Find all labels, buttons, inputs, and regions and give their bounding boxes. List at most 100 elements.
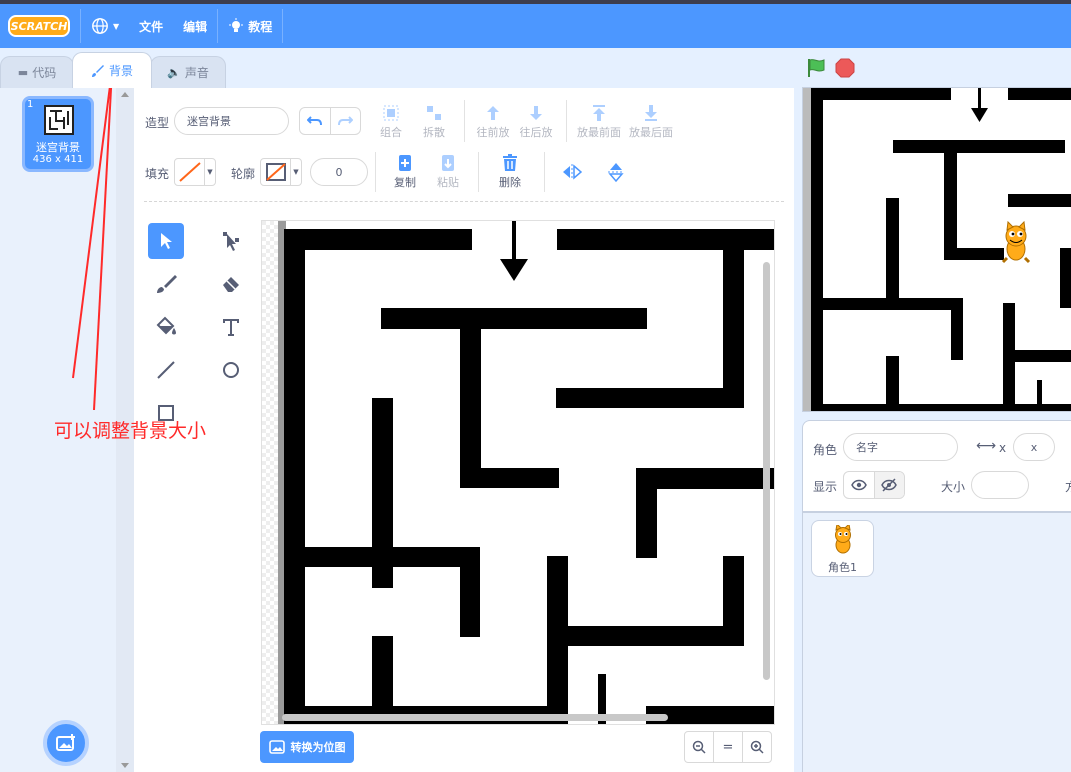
outline-width-input[interactable]: 0 [310, 158, 368, 186]
chevron-down-icon: ▼ [207, 168, 213, 176]
size-label: 大小 [941, 480, 966, 494]
paint-editor: 造型 迷宫背景 组合 拆散 往前放 往后放 放最前面 放最后面 填充 ▼ 轮廓 … [134, 88, 794, 772]
fill-tool[interactable] [148, 309, 184, 345]
redo-icon [338, 116, 354, 126]
stage-header [796, 52, 1071, 86]
back-label: 放最后面 [629, 126, 673, 139]
brush-tool[interactable] [148, 266, 184, 302]
paste-icon [439, 154, 457, 172]
copy-label: 复制 [394, 176, 416, 189]
visibility-toggle [843, 471, 905, 499]
stop-sign-icon[interactable] [835, 58, 855, 78]
undo-button[interactable] [300, 108, 330, 134]
zoom-reset-button[interactable]: = [713, 732, 742, 762]
cat-icon [835, 525, 851, 554]
zoom-in-icon [750, 740, 764, 754]
sprite-name-input[interactable]: 名字 [843, 433, 958, 461]
convert-label: 转换为位图 [290, 741, 346, 754]
zoom-in-button[interactable] [742, 732, 771, 762]
backward-label: 往后放 [519, 126, 553, 139]
costume-name: 迷宫背景 [36, 141, 80, 154]
back-button[interactable]: 放最后面 [625, 104, 677, 140]
toolbar-divider [478, 152, 479, 192]
tutorials-menu[interactable]: 教程 [218, 9, 282, 43]
edit-menu[interactable]: 编辑 [173, 9, 217, 43]
cat-sprite[interactable] [1001, 220, 1031, 264]
zoom-out-icon [692, 740, 706, 754]
fill-label: 填充 [145, 167, 170, 181]
x-label: x [999, 441, 1007, 455]
menu-divider [282, 9, 284, 43]
costume-name-label: 造型 [145, 116, 170, 130]
sprite-info-panel: 角色 名字 ⟷ x x 显示 大小 方 [802, 420, 1071, 512]
eye-off-icon [881, 478, 898, 492]
redo-button[interactable] [329, 108, 361, 134]
flip-vertical-button[interactable] [598, 154, 634, 190]
hide-button[interactable] [873, 472, 904, 498]
canvas-vertical-scrollbar[interactable] [763, 262, 770, 680]
scroll-down-icon[interactable] [121, 763, 129, 768]
flip-horizontal-button[interactable] [554, 154, 590, 190]
reshape-tool[interactable] [213, 223, 249, 259]
line-tool[interactable] [148, 352, 184, 388]
toolbar-separator [144, 201, 784, 202]
canvas-horizontal-scrollbar[interactable] [282, 714, 668, 721]
toolbar-divider [544, 152, 545, 192]
costume-item[interactable]: 1 迷宫背景 436 x 411 [22, 96, 94, 172]
scratch-logo[interactable]: SCRATCH [8, 15, 70, 37]
text-tool[interactable] [213, 309, 249, 345]
tab-code[interactable]: ▬ 代码 [0, 56, 74, 88]
eraser-tool[interactable] [213, 266, 249, 302]
undo-icon [306, 116, 322, 126]
show-label: 显示 [813, 480, 838, 494]
file-menu[interactable]: 文件 [129, 9, 173, 43]
maze-thumbnail-icon [44, 105, 74, 135]
costume-name-input[interactable]: 迷宫背景 [174, 107, 289, 135]
x-arrows-icon: ⟷ [976, 438, 997, 454]
size-input[interactable] [971, 471, 1029, 499]
arrow-up-icon [484, 104, 502, 122]
paint-canvas[interactable] [261, 220, 775, 725]
image-icon [268, 740, 285, 754]
zoom-out-button[interactable] [685, 732, 713, 762]
arrow-down-icon [527, 104, 545, 122]
sprite-tile[interactable]: 角色1 [811, 520, 874, 577]
line-icon [157, 361, 175, 379]
flip-horizontal-icon [563, 164, 582, 180]
language-menu[interactable]: ▼ [81, 9, 129, 43]
backward-button[interactable]: 往后放 [510, 104, 562, 140]
costume-size: 436 x 411 [32, 154, 84, 165]
eye-icon [850, 479, 867, 491]
flip-vertical-icon [608, 163, 624, 182]
globe-icon [92, 18, 108, 34]
front-button[interactable]: 放最前面 [573, 104, 625, 140]
paste-button[interactable]: 粘贴 [422, 154, 474, 190]
lightbulb-icon [229, 18, 244, 32]
sprite-pane: 角色1 [802, 512, 1071, 772]
ungroup-button[interactable]: 拆散 [408, 104, 460, 140]
tab-backdrops[interactable]: 背景 [72, 52, 152, 88]
select-tool[interactable] [148, 223, 184, 259]
eraser-icon [223, 277, 239, 292]
toolbar-divider [375, 152, 376, 192]
circle-tool[interactable] [213, 352, 249, 388]
direction-label: 方 [1065, 478, 1071, 495]
fill-color-picker[interactable]: ▼ [174, 158, 216, 186]
undo-redo-group [299, 107, 361, 135]
outline-color-picker[interactable]: ▼ [260, 158, 302, 186]
tab-sounds-label: 声音 [184, 66, 209, 80]
stage[interactable] [802, 87, 1071, 412]
x-input[interactable]: x [1013, 433, 1055, 461]
delete-button[interactable]: 删除 [484, 154, 536, 190]
show-button[interactable] [844, 472, 874, 498]
sprite-label: 角色 [813, 443, 838, 457]
annotation-text: 可以调整背景大小 [54, 420, 207, 442]
green-flag-icon[interactable] [806, 57, 828, 79]
forward-label: 往前放 [476, 126, 510, 139]
tab-sounds[interactable]: 🔈 声音 [150, 56, 226, 88]
add-backdrop-button[interactable] [43, 720, 89, 766]
speaker-icon: 🔈 [167, 66, 181, 79]
scroll-up-icon[interactable] [121, 92, 129, 97]
convert-to-bitmap-button[interactable]: 转换为位图 [260, 731, 354, 763]
chevron-down-icon: ▼ [293, 168, 299, 176]
